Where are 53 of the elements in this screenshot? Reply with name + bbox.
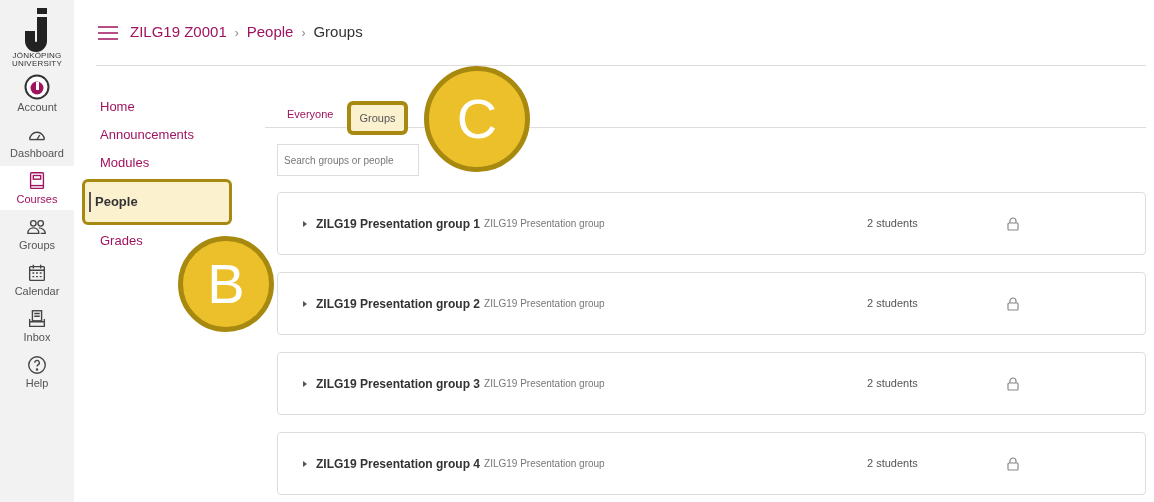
help-question-icon	[26, 354, 48, 376]
course-nav-link[interactable]: People	[82, 179, 232, 225]
logo-text: JÖNKÖPING	[12, 52, 62, 60]
breadcrumb-separator: ›	[301, 24, 306, 42]
lock-icon	[1007, 216, 1019, 231]
global-nav-item[interactable]: Inbox	[0, 304, 74, 348]
group-name: ZILG19 Presentation group 2	[316, 295, 481, 313]
breadcrumb-link[interactable]: People	[246, 21, 294, 44]
breadcrumb-link[interactable]: ZILG19 Z0001	[130, 21, 227, 44]
tab[interactable]: Groups	[347, 101, 408, 135]
search-field[interactable]: Search groups or people	[277, 144, 419, 176]
group-name: ZILG19 Presentation group 1	[316, 215, 481, 233]
breadcrumb-current: Groups	[313, 22, 363, 43]
group-name: ZILG19 Presentation group 3	[316, 375, 481, 393]
group-row[interactable]: ZILG19 Presentation group 4 ZILG19 Presentation group 2 students	[277, 432, 1146, 495]
global-nav-item[interactable]: Calendar	[0, 258, 74, 302]
course-nav-link[interactable]: Modules	[96, 149, 150, 177]
member-count: 2 students	[867, 216, 919, 232]
group-category: ZILG19 Presentation group	[484, 297, 605, 311]
global-nav-item[interactable]: Help	[0, 350, 74, 394]
expand-triangle-icon[interactable]	[302, 380, 308, 387]
group-row[interactable]: ZILG19 Presentation group 3 ZILG19 Presentation group 2 students	[277, 352, 1146, 415]
course-nav-link[interactable]: Announcements	[96, 121, 194, 149]
menu-icon[interactable]	[98, 25, 118, 40]
global-nav-item[interactable]: Dashboard	[0, 120, 74, 164]
group-name: ZILG19 Presentation group 4	[316, 455, 481, 473]
expand-triangle-icon[interactable]	[302, 460, 308, 467]
expand-triangle-icon[interactable]	[302, 220, 308, 227]
inbox-tray-icon	[26, 308, 48, 330]
lock-icon	[1007, 296, 1019, 311]
global-nav-item[interactable]: Courses	[0, 166, 74, 210]
callout-marker: B	[178, 236, 274, 332]
expand-triangle-icon[interactable]	[302, 300, 308, 307]
global-nav-item[interactable]: Account	[0, 70, 74, 118]
course-nav-link[interactable]: Grades	[96, 227, 143, 255]
lock-icon	[1007, 456, 1019, 471]
group-row[interactable]: ZILG19 Presentation group 1 ZILG19 Presentation group 2 students	[277, 192, 1146, 255]
account-avatar-icon	[24, 74, 50, 100]
breadcrumb-separator: ›	[234, 24, 239, 42]
member-count: 2 students	[867, 376, 919, 392]
course-nav-link[interactable]: Home	[96, 93, 135, 121]
group-category: ZILG19 Presentation group	[484, 377, 605, 391]
member-count: 2 students	[867, 456, 919, 472]
lock-icon	[1007, 376, 1019, 391]
group-row[interactable]: ZILG19 Presentation group 2 ZILG19 Presentation group 2 students	[277, 272, 1146, 335]
logo-text: UNIVERSITY	[12, 60, 62, 68]
tab[interactable]: Everyone	[279, 101, 342, 127]
calendar-icon	[26, 262, 48, 284]
callout-marker: C	[424, 66, 530, 172]
group-category: ZILG19 Presentation group	[484, 217, 605, 231]
member-count: 2 students	[867, 296, 919, 312]
global-nav-item[interactable]: Groups	[0, 212, 74, 256]
group-category: ZILG19 Presentation group	[484, 457, 605, 471]
